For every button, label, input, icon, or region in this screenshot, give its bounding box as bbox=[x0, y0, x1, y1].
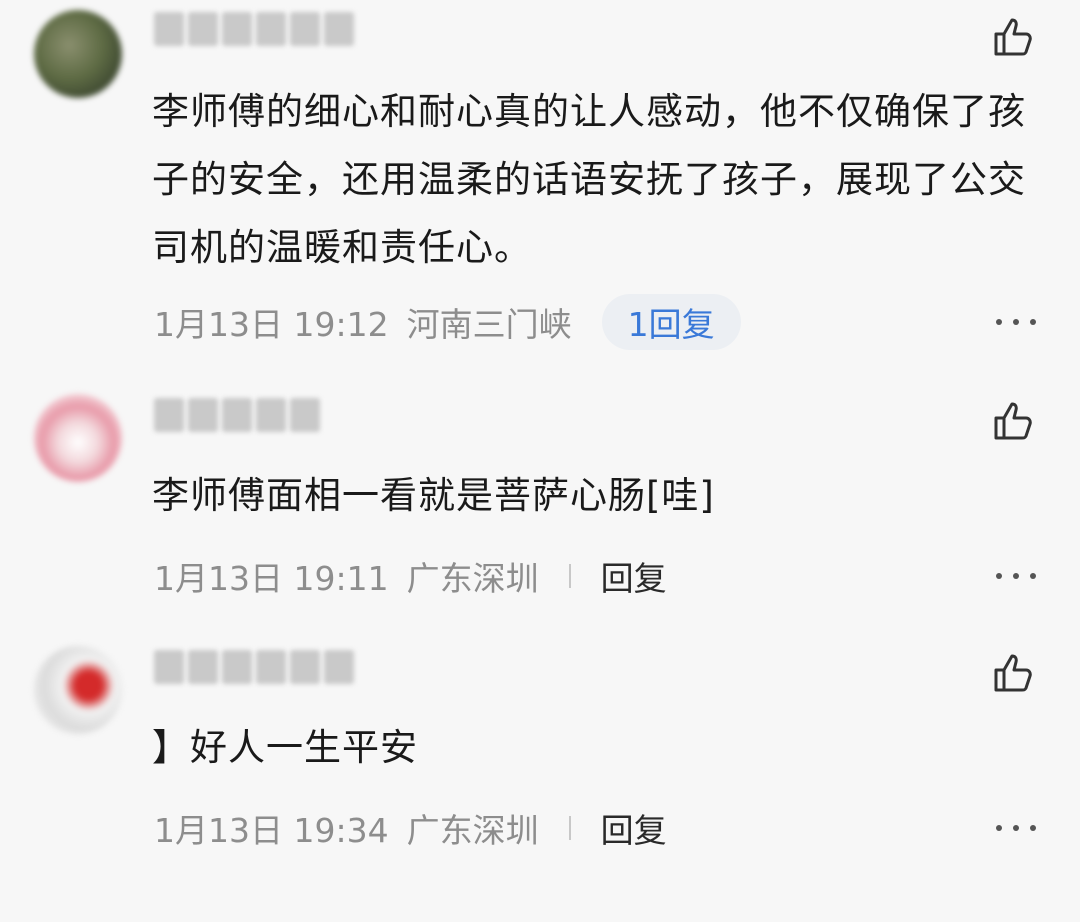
like-button[interactable] bbox=[990, 648, 1038, 696]
avatar[interactable] bbox=[34, 646, 122, 734]
comment-meta: 1月13日 19:34 广东深圳 回复 bbox=[154, 800, 667, 856]
comment-item: 】好人一生平安 1月13日 19:34 广东深圳 回复 bbox=[0, 0, 1080, 922]
comment-time: 1月13日 19:34 bbox=[154, 811, 389, 850]
reply-button[interactable]: 回复 bbox=[601, 804, 667, 852]
comment-location: 广东深圳 bbox=[406, 811, 539, 850]
username-blurred[interactable] bbox=[154, 650, 354, 690]
comment-text: 】好人一生平安 bbox=[152, 726, 418, 769]
more-dots-icon bbox=[996, 825, 1002, 831]
meta-divider bbox=[568, 816, 571, 840]
thumbs-up-icon bbox=[994, 654, 1032, 692]
more-options-button[interactable] bbox=[996, 818, 1036, 838]
